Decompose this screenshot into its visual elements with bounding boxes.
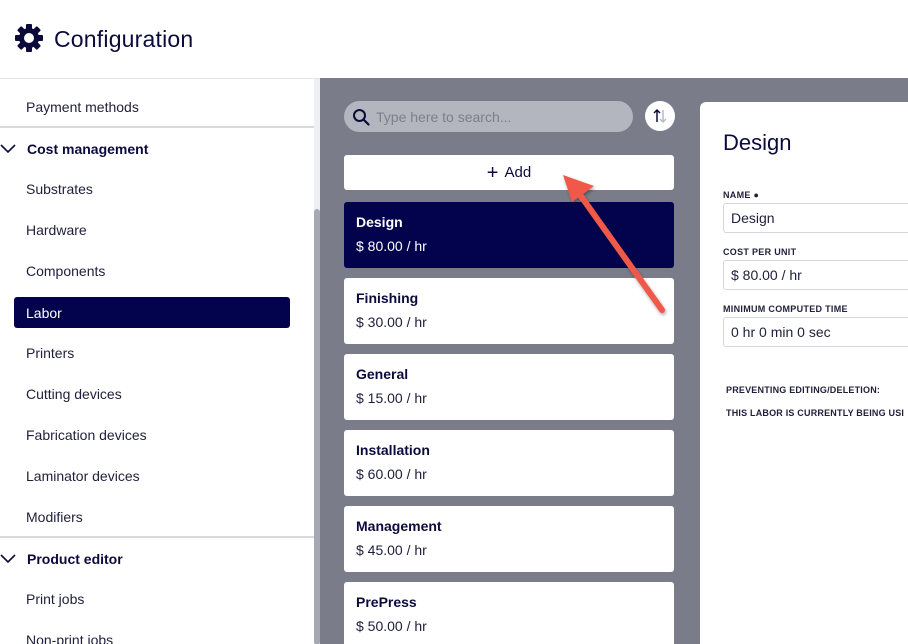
search-box[interactable] [344, 101, 633, 132]
sidebar-section-cost-management[interactable]: Cost management [0, 128, 314, 169]
sidebar-section-label: Cost management [27, 140, 149, 157]
sidebar-item-print-jobs[interactable]: Print jobs [0, 578, 314, 619]
sidebar-item-substrates[interactable]: Substrates [0, 168, 314, 209]
list-item-name: Management [356, 518, 442, 534]
list-item-name: Design [356, 214, 403, 230]
list-item-price: $ 50.00 / hr [356, 618, 427, 634]
list-item-price: $ 45.00 / hr [356, 542, 427, 558]
sidebar-item-fabrication-devices[interactable]: Fabrication devices [0, 414, 314, 455]
sort-icon [653, 108, 667, 124]
app-header: Configuration [0, 0, 908, 78]
cost-per-unit-field[interactable]: $ 80.00 / hr [723, 260, 908, 290]
list-item-name: Finishing [356, 290, 419, 306]
list-item-name: Installation [356, 442, 430, 458]
page-title: Configuration [54, 25, 194, 52]
detail-title: Design [723, 130, 792, 155]
sidebar-item-components[interactable]: Components [0, 250, 314, 291]
list-item[interactable]: PrePress $ 50.00 / hr [344, 582, 674, 644]
labor-list-panel: + Add Design $ 80.00 / hr Finishing $ 30… [320, 78, 700, 644]
list-item-price: $ 80.00 / hr [356, 238, 427, 254]
in-use-note: THIS LABOR IS CURRENTLY BEING USI [726, 408, 905, 418]
minimum-time-field[interactable]: 0 hr 0 min 0 sec [723, 317, 908, 347]
sidebar-section-product-editor[interactable]: Product editor [0, 538, 314, 579]
sidebar-item-laminator-devices[interactable]: Laminator devices [0, 455, 314, 496]
sidebar-item-printers[interactable]: Printers [0, 332, 314, 373]
minimum-time-label: MINIMUM COMPUTED TIME [723, 304, 848, 314]
list-item-price: $ 60.00 / hr [356, 466, 427, 482]
preventing-editing-label: PREVENTING EDITING/DELETION: [726, 385, 881, 395]
chevron-down-icon [0, 144, 16, 154]
list-item-price: $ 30.00 / hr [356, 314, 427, 330]
chevron-down-icon [0, 554, 16, 564]
name-field[interactable]: Design [723, 203, 908, 233]
list-item[interactable]: Installation $ 60.00 / hr [344, 430, 674, 496]
sidebar: Payment methods Cost management Substrat… [0, 78, 320, 644]
list-item[interactable]: Finishing $ 30.00 / hr [344, 278, 674, 344]
plus-icon: + [486, 161, 499, 184]
sidebar-item-labor[interactable]: Labor [14, 297, 290, 328]
sidebar-item-non-print-jobs[interactable]: Non-print jobs [0, 619, 314, 644]
detail-panel: Design NAME ● Design COST PER UNIT $ 80.… [700, 102, 908, 644]
add-button-label: Add [504, 164, 532, 181]
sort-button[interactable] [645, 101, 675, 131]
name-label: NAME ● [723, 190, 760, 200]
search-icon [353, 108, 370, 126]
list-item-name: General [356, 366, 409, 382]
list-item-price: $ 15.00 / hr [356, 390, 427, 406]
sidebar-section-label: Product editor [27, 550, 123, 567]
sidebar-item-cutting-devices[interactable]: Cutting devices [0, 373, 314, 414]
sidebar-item-hardware[interactable]: Hardware [0, 209, 314, 250]
list-item[interactable]: Management $ 45.00 / hr [344, 506, 674, 572]
gear-icon [15, 23, 43, 52]
sidebar-item-modifiers[interactable]: Modifiers [0, 496, 314, 537]
search-input[interactable] [376, 108, 616, 125]
cost-per-unit-label: COST PER UNIT [723, 247, 797, 257]
add-button[interactable]: + Add [344, 155, 674, 190]
list-item-name: PrePress [356, 594, 417, 610]
list-item[interactable]: Design $ 80.00 / hr [344, 202, 674, 268]
list-item[interactable]: General $ 15.00 / hr [344, 354, 674, 420]
sidebar-item-payment-methods[interactable]: Payment methods [0, 86, 314, 127]
